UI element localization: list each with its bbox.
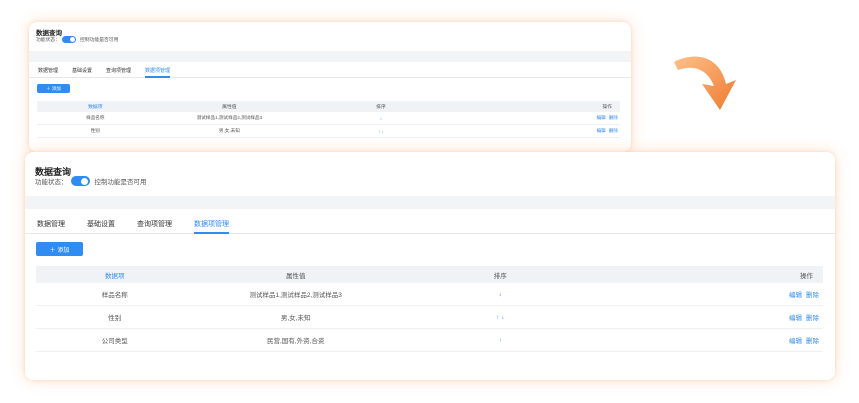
- row-actions: 编辑 删除: [603, 335, 823, 345]
- status-toggle[interactable]: [62, 36, 76, 43]
- sort-arrows[interactable]: ↓: [305, 116, 457, 121]
- edit-link[interactable]: 编辑: [597, 115, 606, 121]
- table-row: 性别 男,女,未知 ↑ ↓ 编辑 删除: [37, 125, 620, 138]
- cell-values: 民营,国有,外资,合资: [266, 338, 325, 345]
- delete-link[interactable]: 删除: [806, 289, 819, 299]
- status-hint: 控制功能是否可用: [80, 38, 119, 43]
- table-row: 性别 男,女,未知 ↑ ↓ 编辑 删除: [36, 306, 823, 329]
- edit-link[interactable]: 编辑: [789, 312, 802, 322]
- add-button[interactable]: ＋ 添加: [36, 242, 83, 256]
- row-actions: 编辑 删除: [457, 115, 620, 121]
- edit-link[interactable]: 编辑: [789, 335, 802, 345]
- status-hint: 控制功能是否可用: [94, 179, 147, 186]
- tab-data-item-manage[interactable]: 数据项管理: [145, 66, 171, 78]
- status-toggle[interactable]: [70, 176, 90, 186]
- table-body: 样品名称 测试样品1,测试样品2,测试样品3 ↓ 编辑 删除 性别 男,女,未知…: [37, 112, 620, 138]
- col-header-sort: 排序: [493, 272, 507, 280]
- status-row: 功能状态： 控制功能是否可用: [36, 36, 118, 43]
- cell-values: 测试样品1,测试样品2,测试样品3: [196, 115, 263, 120]
- table-header: 数据项 属性值 排序 操作: [36, 266, 823, 283]
- tab-basic-settings[interactable]: 基础设置: [72, 66, 92, 77]
- tab-query-manage[interactable]: 查询项管理: [137, 217, 172, 233]
- col-header-name: 数据项: [104, 272, 125, 280]
- cell-values: 测试样品1,测试样品2,测试样品3: [249, 292, 342, 299]
- tab-bar: 数据管理 基础设置 查询项管理 数据项管理: [29, 66, 631, 78]
- divider-band: [25, 196, 835, 209]
- delete-link[interactable]: 删除: [806, 312, 819, 322]
- row-actions: 编辑 删除: [457, 128, 620, 134]
- sort-arrows[interactable]: ↓: [398, 291, 603, 298]
- cell-name: 样品名称: [86, 115, 105, 120]
- main-card: 数据查询 功能状态： 控制功能是否可用 数据管理 基础设置 查询项管理 数据项管…: [25, 152, 835, 380]
- toggle-knob: [70, 37, 75, 42]
- curved-arrow-icon: [674, 56, 736, 110]
- status-label: 功能状态：: [35, 179, 68, 186]
- status-row: 功能状态： 控制功能是否可用: [35, 176, 147, 186]
- toggle-knob: [80, 177, 88, 185]
- tab-data-manage[interactable]: 数据管理: [38, 66, 58, 77]
- cell-name: 公司类型: [101, 338, 128, 345]
- table-header: 数据项 属性值 排序 操作: [37, 101, 620, 112]
- col-header-actions: 操作: [799, 272, 813, 280]
- sort-arrows[interactable]: ↑ ↓: [305, 129, 457, 134]
- table-row: 样品名称 测试样品1,测试样品2,测试样品3 ↓ 编辑 删除: [37, 112, 620, 125]
- sort-arrows[interactable]: ↑: [398, 337, 603, 344]
- tab-data-manage[interactable]: 数据管理: [37, 217, 65, 233]
- row-actions: 编辑 删除: [603, 289, 823, 299]
- status-label: 功能状态：: [36, 38, 60, 43]
- table-body: 样品名称 测试样品1,测试样品2,测试样品3 ↓ 编辑 删除 性别 男,女,未知…: [36, 283, 823, 352]
- cell-name: 性别: [90, 128, 100, 133]
- edit-link[interactable]: 编辑: [789, 289, 802, 299]
- cell-values: 男,女,未知: [218, 128, 240, 133]
- preview-card-small: 数据查询 功能状态： 控制功能是否可用 数据管理 基础设置 查询项管理 数据项管…: [29, 22, 631, 152]
- col-header-actions: 操作: [602, 105, 612, 110]
- sort-arrows[interactable]: ↑ ↓: [398, 314, 603, 321]
- table-row: 公司类型 民营,国有,外资,合资 ↑ 编辑 删除: [36, 329, 823, 352]
- edit-link[interactable]: 编辑: [597, 128, 606, 134]
- divider-band: [29, 51, 631, 62]
- add-button[interactable]: ＋ 添加: [37, 84, 70, 93]
- delete-link[interactable]: 删除: [609, 115, 618, 121]
- cell-values: 男,女,未知: [280, 315, 311, 322]
- cell-name: 样品名称: [101, 292, 128, 299]
- tab-data-item-manage[interactable]: 数据项管理: [194, 217, 229, 234]
- table-row: 样品名称 测试样品1,测试样品2,测试样品3 ↓ 编辑 删除: [36, 283, 823, 306]
- row-actions: 编辑 删除: [603, 312, 823, 322]
- tab-bar: 数据管理 基础设置 查询项管理 数据项管理: [25, 217, 835, 234]
- col-header-name: 数据项: [88, 105, 103, 110]
- delete-link[interactable]: 删除: [609, 128, 618, 134]
- col-header-values: 属性值: [222, 105, 237, 110]
- tab-basic-settings[interactable]: 基础设置: [87, 217, 115, 233]
- stage: 数据查询 功能状态： 控制功能是否可用 数据管理 基础设置 查询项管理 数据项管…: [0, 0, 859, 403]
- delete-link[interactable]: 删除: [806, 335, 819, 345]
- col-header-values: 属性值: [285, 272, 306, 280]
- tab-query-manage[interactable]: 查询项管理: [106, 66, 131, 77]
- col-header-sort: 排序: [376, 105, 386, 110]
- cell-name: 性别: [108, 315, 122, 322]
